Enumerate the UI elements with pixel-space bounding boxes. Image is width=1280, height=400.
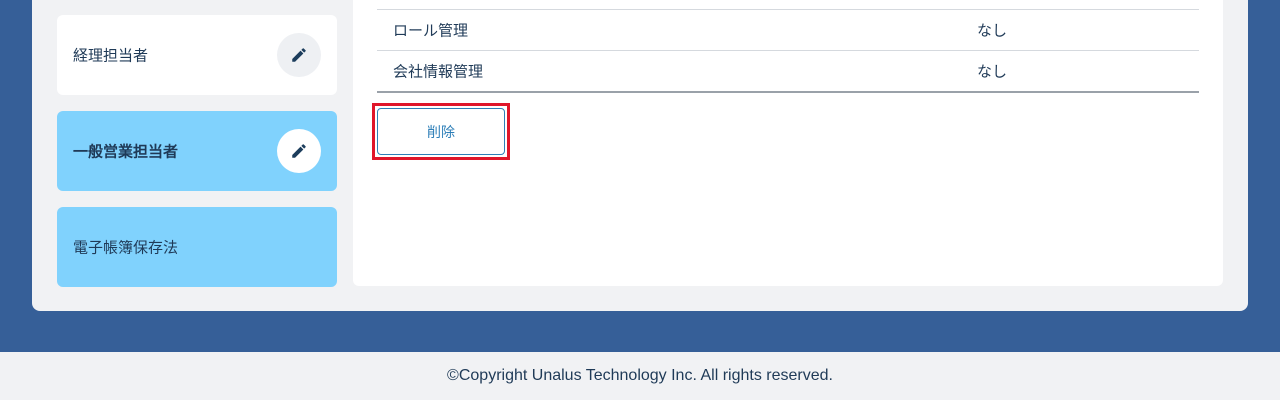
pencil-icon — [292, 144, 306, 158]
role-label: 経理担当者 — [73, 46, 149, 65]
role-item-e-bookkeeping[interactable]: 電子帳簿保存法 — [57, 207, 337, 287]
pencil-icon — [292, 48, 306, 62]
permission-value: なし — [977, 21, 1008, 40]
delete-button[interactable]: 削除 — [377, 108, 505, 155]
edit-role-button[interactable] — [277, 129, 321, 173]
role-label: 一般営業担当者 — [73, 142, 179, 161]
role-item-sales[interactable]: 一般営業担当者 — [57, 111, 337, 191]
footer: ©Copyright Unalus Technology Inc. All ri… — [0, 352, 1280, 400]
permission-value: なし — [977, 62, 1008, 81]
permission-name: ロール管理 — [393, 21, 469, 40]
role-item-accounting[interactable]: 経理担当者 — [57, 15, 337, 95]
permission-row: 会社情報管理 なし — [377, 50, 1199, 91]
permission-row: ロール管理 なし — [377, 9, 1199, 50]
permission-name: 会社情報管理 — [393, 62, 484, 81]
edit-role-button[interactable] — [277, 33, 321, 77]
role-label: 電子帳簿保存法 — [73, 238, 179, 257]
table-bottom-border — [377, 91, 1199, 93]
copyright-text: ©Copyright Unalus Technology Inc. All ri… — [447, 367, 833, 384]
